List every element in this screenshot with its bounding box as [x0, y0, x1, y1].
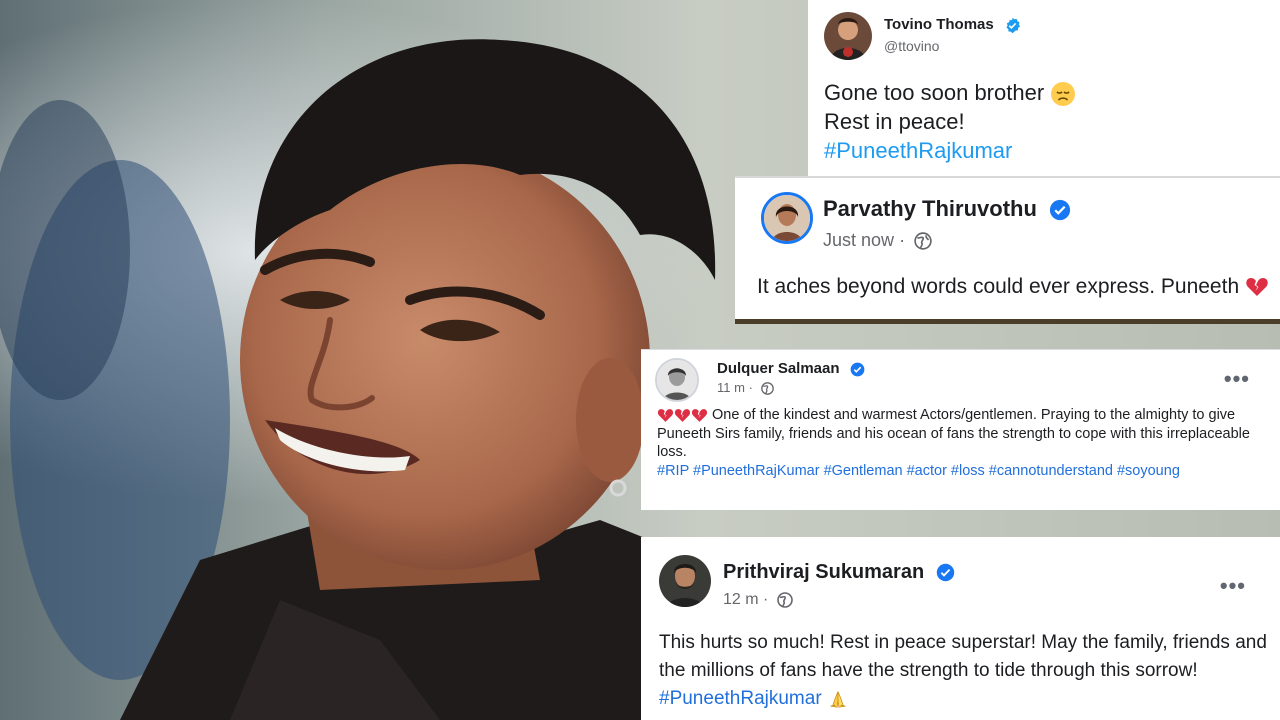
post-card-dulquer: Dulquer Salmaan 11 m · ••• One of the ki…: [641, 349, 1280, 510]
broken-heart-icon: [674, 408, 691, 422]
author-name[interactable]: Tovino Thomas: [884, 16, 1021, 34]
post-text: One of the kindest and warmest Actors/ge…: [657, 406, 1267, 480]
globe-icon: [777, 591, 793, 608]
image-strip: [735, 319, 1280, 324]
globe-icon: [914, 232, 932, 250]
broken-heart-icon: [1246, 278, 1268, 297]
post-text-content: This hurts so much! Rest in peace supers…: [659, 632, 1267, 681]
hashtag-link[interactable]: #PuneethRajkumar: [824, 136, 1076, 165]
verified-badge-icon: [1049, 200, 1071, 221]
broken-heart-icon: [691, 408, 708, 422]
author-name[interactable]: Prithviraj Sukumaran: [723, 561, 955, 584]
broken-heart-icon: [657, 408, 674, 422]
post-meta: Just now ·: [823, 230, 932, 251]
post-text: It aches beyond words could ever express…: [757, 275, 1269, 299]
tweet-line-2: Rest in peace!: [824, 109, 965, 135]
author-handle[interactable]: @ttovino: [884, 38, 939, 54]
post-time[interactable]: Just now: [823, 230, 894, 250]
post-time[interactable]: 12 m: [723, 591, 759, 608]
verified-badge-icon: [1006, 17, 1020, 33]
more-options-button[interactable]: •••: [1224, 366, 1250, 392]
tweet-line-1: Gone too soon brother: [824, 80, 1045, 105]
author-name[interactable]: Parvathy Thiruvothu: [823, 196, 1071, 222]
post-meta: 12 m ·: [723, 591, 793, 609]
post-time[interactable]: 11 m: [717, 380, 745, 395]
post-meta: 11 m ·: [717, 380, 774, 395]
post-text: This hurts so much! Rest in peace supers…: [659, 629, 1269, 713]
meta-separator: ·: [763, 591, 769, 608]
tweet-text: Gone too soon brother Rest in peace! #Pu…: [824, 78, 1076, 165]
meta-separator: ·: [748, 380, 753, 395]
verified-badge-icon: [936, 564, 954, 582]
author-name[interactable]: Dulquer Salmaan: [717, 360, 865, 377]
tweet-card-tovino: Tovino Thomas @ttovino Gone too soon bro…: [808, 0, 1280, 178]
more-options-button[interactable]: •••: [1220, 573, 1246, 599]
avatar[interactable]: [655, 358, 699, 402]
avatar[interactable]: [824, 12, 872, 60]
hashtag-links[interactable]: #RIP #PuneethRajKumar #Gentleman #actor …: [657, 462, 1267, 481]
post-card-parvathy: Parvathy Thiruvothu Just now · It aches …: [735, 176, 1280, 322]
verified-badge-icon: [850, 362, 865, 376]
post-text-content: One of the kindest and warmest Actors/ge…: [657, 407, 1250, 460]
meta-separator: ·: [899, 230, 906, 250]
hashtag-link[interactable]: #PuneethRajkumar: [659, 688, 822, 709]
disappointed-face-icon: [1051, 82, 1076, 107]
avatar[interactable]: [659, 555, 711, 607]
folded-hands-icon: [830, 691, 846, 708]
avatar[interactable]: [761, 192, 813, 244]
post-card-prithviraj: Prithviraj Sukumaran 12 m · ••• This hur…: [641, 537, 1280, 720]
globe-icon: [760, 382, 774, 395]
